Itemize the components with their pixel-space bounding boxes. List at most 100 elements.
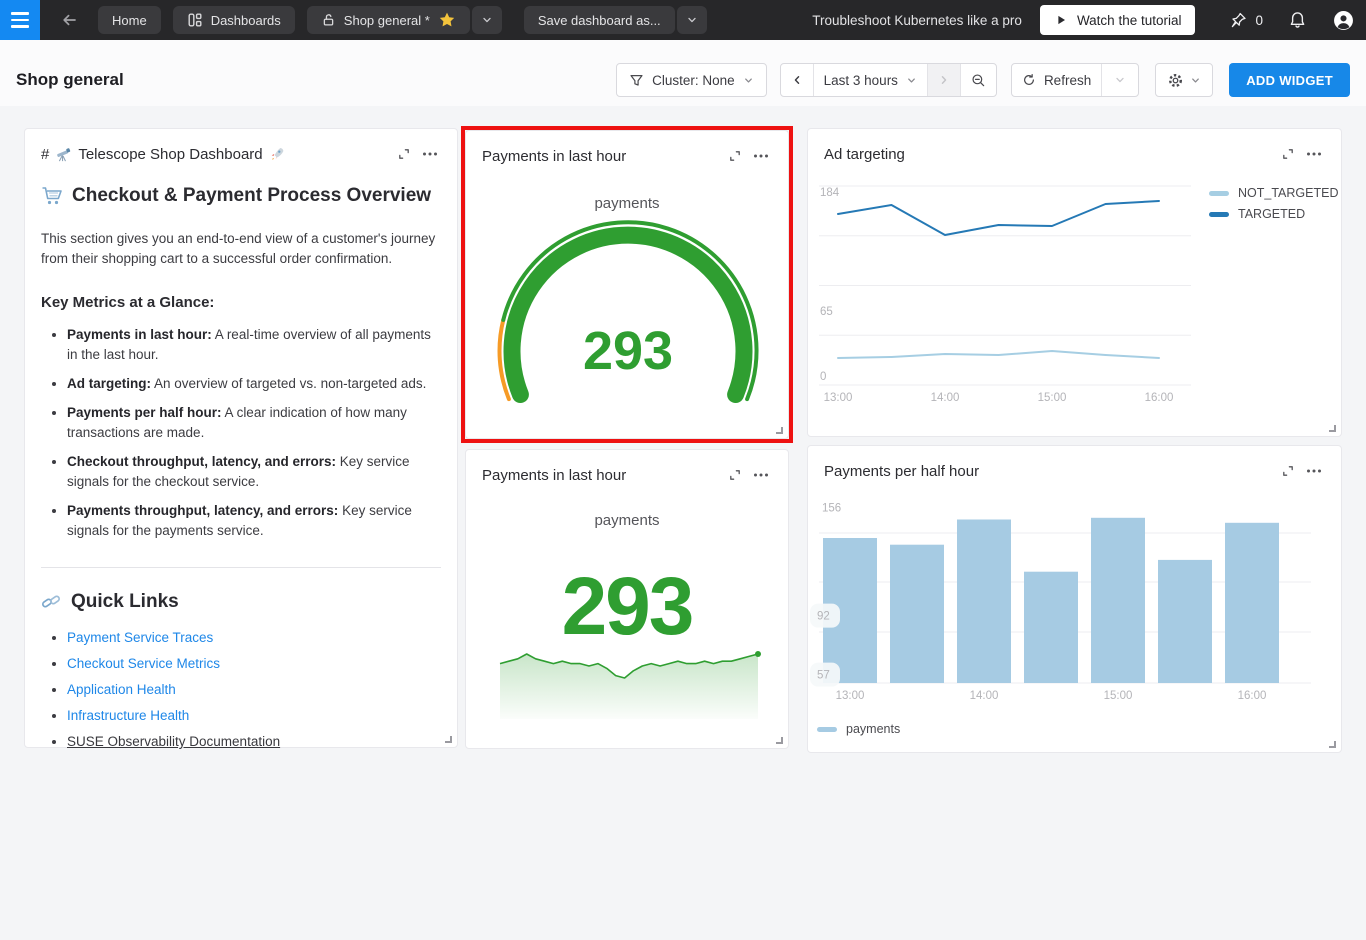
notifications-button[interactable]	[1289, 11, 1306, 29]
widget-menu-button[interactable]	[1301, 461, 1327, 481]
top-navbar: Home Dashboards Shop general * Save dash…	[0, 0, 1366, 40]
expand-widget-button[interactable]	[1275, 144, 1301, 164]
ellipsis-icon	[1307, 469, 1321, 473]
resize-handle[interactable]	[1329, 741, 1336, 748]
save-dashboard-as-label: Save dashboard as...	[537, 12, 661, 28]
legend-item-payments[interactable]: payments	[817, 722, 900, 736]
widget-menu-button[interactable]	[1301, 144, 1327, 164]
user-avatar[interactable]	[1333, 10, 1354, 31]
widget-title: Ad targeting	[824, 145, 905, 163]
promo-text: Troubleshoot Kubernetes like a pro	[812, 12, 1022, 28]
legend-swatch-not-targeted	[1209, 190, 1229, 196]
key-metrics-heading: Key Metrics at a Glance:	[41, 294, 215, 311]
svg-text:14:00: 14:00	[970, 690, 999, 702]
widget-menu-button[interactable]	[417, 144, 443, 164]
svg-text:15:00: 15:00	[1104, 690, 1133, 702]
telescope-icon	[57, 147, 71, 161]
dashboard-toolbar: Cluster: None Last 3 hours Refresh ADD W…	[616, 63, 1350, 97]
link-application-health[interactable]: Application Health	[67, 682, 176, 697]
watch-tutorial-button[interactable]: Watch the tutorial	[1039, 5, 1196, 35]
svg-text:13:00: 13:00	[824, 392, 853, 404]
zoom-out-icon	[972, 73, 985, 86]
refresh-button[interactable]: Refresh	[1012, 64, 1101, 96]
expand-widget-button[interactable]	[391, 144, 417, 164]
payments-value: 293	[561, 561, 695, 652]
legend-item-not-targeted[interactable]: NOT_TARGETED	[1209, 186, 1338, 200]
payments-gauge-widget: Payments in last hour payments 293	[465, 130, 789, 439]
refresh-icon	[1023, 73, 1034, 85]
link-suse-observability-docs[interactable]: SUSE Observability Documentation	[67, 734, 280, 749]
nav-home-button[interactable]: Home	[98, 6, 161, 34]
gear-icon	[1169, 73, 1183, 87]
refresh-group: Refresh	[1010, 63, 1140, 97]
expand-icon	[730, 470, 740, 480]
chevron-down-icon	[1192, 77, 1200, 83]
page-title: Shop general	[16, 70, 124, 89]
link-checkout-service-metrics[interactable]: Checkout Service Metrics	[67, 656, 220, 671]
chevron-left-icon	[794, 76, 799, 84]
time-range-next-button[interactable]	[926, 64, 960, 96]
expand-icon	[1283, 149, 1293, 159]
list-item: Application Health	[67, 682, 441, 698]
home-label: Home	[112, 12, 147, 28]
svg-text:16:00: 16:00	[1238, 690, 1267, 702]
legend-swatch-payments	[817, 726, 837, 732]
expand-widget-button[interactable]	[722, 146, 748, 166]
legend-swatch-targeted	[1209, 211, 1229, 217]
legend-item-targeted[interactable]: TARGETED	[1209, 207, 1338, 221]
list-item: Checkout Service Metrics	[67, 656, 441, 672]
ad-targeting-widget: Ad targeting 184 65 0 13:00 14:00 15:00 16:00 …	[807, 128, 1342, 437]
back-button[interactable]	[52, 6, 86, 34]
expand-icon	[399, 149, 409, 159]
list-item: Ad targeting: An overview of targeted vs…	[67, 374, 441, 394]
link-infrastructure-health[interactable]: Infrastructure Health	[67, 708, 189, 723]
time-range-previous-button[interactable]	[781, 64, 813, 96]
dashboard-settings-button[interactable]	[1155, 63, 1214, 97]
cluster-filter-button[interactable]: Cluster: None	[616, 63, 767, 97]
list-item: Payments throughput, latency, and errors…	[67, 501, 441, 541]
chevron-down-icon	[1116, 77, 1124, 83]
resize-handle[interactable]	[776, 737, 783, 744]
expand-widget-button[interactable]	[1275, 461, 1301, 481]
expand-widget-button[interactable]	[722, 465, 748, 485]
markdown-widget: # Telescope Shop Dashboard Checkout & Pa…	[24, 128, 458, 750]
dashboard-tab-dropdown[interactable]	[471, 6, 502, 34]
svg-text:14:00: 14:00	[931, 392, 960, 404]
link-payment-service-traces[interactable]: Payment Service Traces	[67, 630, 213, 645]
markdown-title-hash: #	[41, 145, 50, 163]
quick-links-list: Payment Service Traces Checkout Service …	[41, 630, 441, 750]
save-dashboard-dropdown[interactable]	[676, 6, 707, 34]
svg-text:57: 57	[817, 670, 830, 682]
avatar-icon	[1334, 10, 1353, 30]
pinned-views-button[interactable]: 0	[1229, 11, 1263, 30]
refresh-interval-dropdown[interactable]	[1101, 64, 1138, 96]
favorite-star-icon[interactable]	[438, 11, 456, 29]
time-range-selector[interactable]: Last 3 hours	[812, 64, 927, 96]
nav-dashboard-tab[interactable]: Shop general *	[306, 6, 470, 34]
add-widget-button[interactable]: ADD WIDGET	[1229, 63, 1350, 97]
list-item: Checkout throughput, latency, and errors…	[67, 452, 441, 492]
watch-tutorial-label: Watch the tutorial	[1076, 12, 1182, 28]
svg-text:92: 92	[817, 611, 830, 623]
resize-handle[interactable]	[445, 736, 452, 743]
chevron-down-icon	[687, 17, 696, 23]
overview-paragraph: This section gives you an end-to-end vie…	[41, 231, 436, 266]
widget-menu-button[interactable]	[748, 465, 774, 485]
zoom-out-time-button[interactable]	[959, 64, 996, 96]
payments-per-half-hour-widget: Payments per half hour 156 92 57 13:00 14:00…	[807, 445, 1342, 753]
bell-icon	[1290, 12, 1305, 28]
dashboards-label: Dashboards	[210, 12, 281, 28]
widget-menu-button[interactable]	[748, 146, 774, 166]
hamburger-menu-button[interactable]	[0, 0, 40, 40]
nav-dashboards-button[interactable]: Dashboards	[172, 6, 295, 34]
gauge-series-label: payments	[594, 195, 660, 212]
resize-handle[interactable]	[776, 427, 783, 434]
resize-handle[interactable]	[1329, 425, 1336, 432]
save-dashboard-as-button[interactable]: Save dashboard as...	[523, 6, 675, 34]
svg-text:293: 293	[583, 321, 673, 381]
dashboards-grid-icon	[188, 13, 202, 27]
cluster-filter-label: Cluster: None	[652, 72, 735, 88]
chart-legend: NOT_TARGETED TARGETED	[1209, 186, 1338, 221]
svg-text:13:00: 13:00	[836, 690, 865, 702]
expand-icon	[730, 151, 740, 161]
